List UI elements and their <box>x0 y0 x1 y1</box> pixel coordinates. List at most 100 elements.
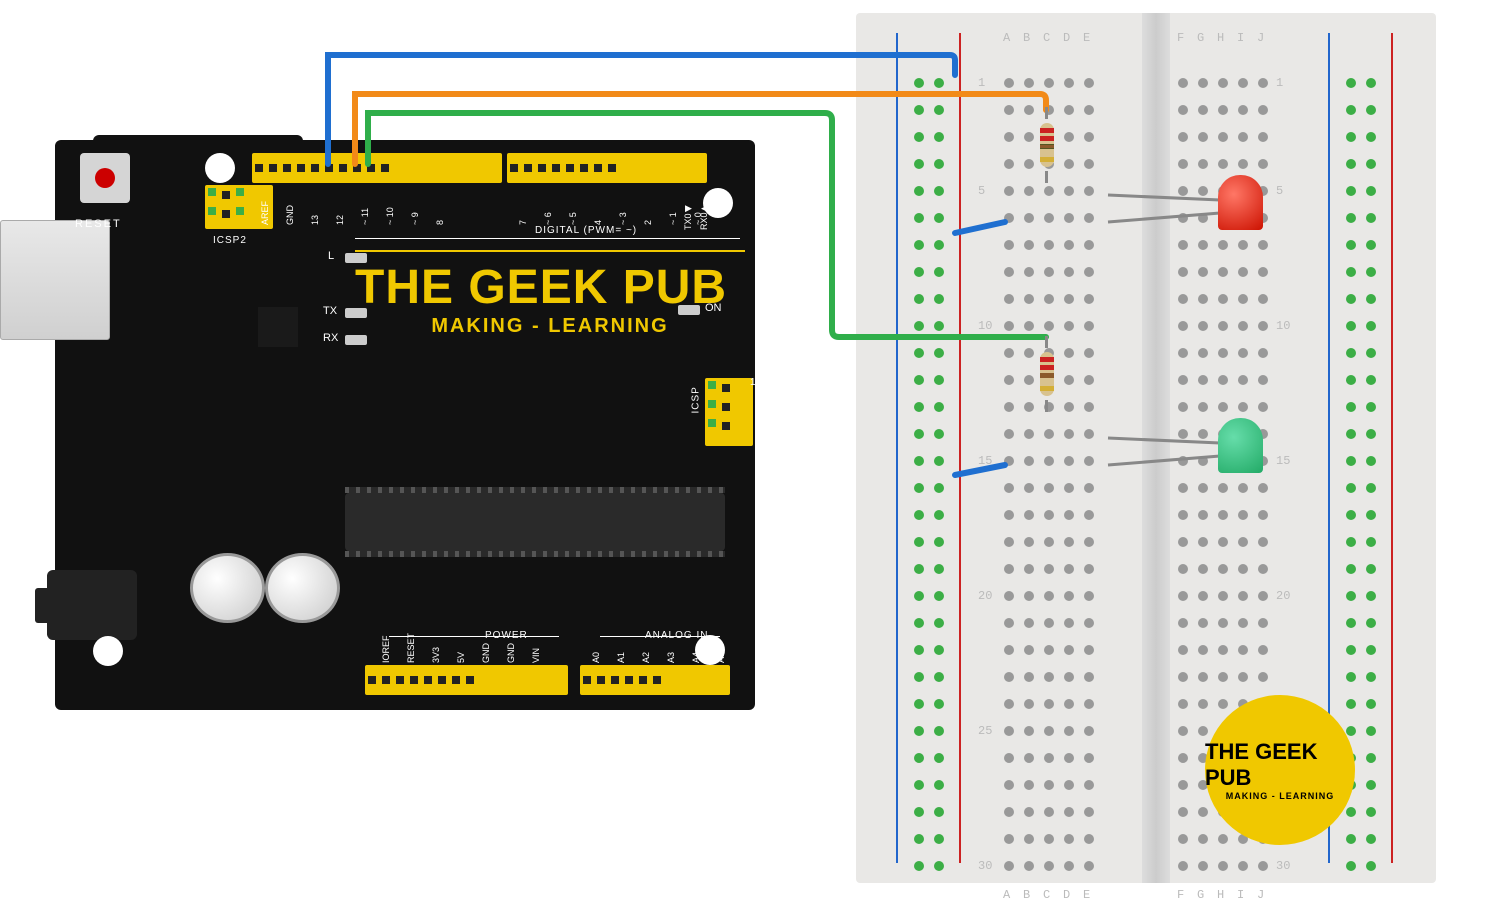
rail-tiepoint[interactable] <box>1346 267 1356 277</box>
rail-tiepoint[interactable] <box>1346 537 1356 547</box>
tiepoint[interactable] <box>1064 699 1074 709</box>
tiepoint[interactable] <box>1024 564 1034 574</box>
tiepoint[interactable] <box>1064 78 1074 88</box>
tiepoint[interactable] <box>1004 267 1014 277</box>
rail-tiepoint[interactable] <box>1366 348 1376 358</box>
tiepoint[interactable] <box>1004 321 1014 331</box>
tiepoint[interactable] <box>1198 591 1208 601</box>
tiepoint[interactable] <box>1044 213 1054 223</box>
tiepoint[interactable] <box>1218 483 1228 493</box>
tiepoint[interactable] <box>1024 105 1034 115</box>
tiepoint[interactable] <box>1024 429 1034 439</box>
tiepoint[interactable] <box>1258 510 1268 520</box>
rail-tiepoint[interactable] <box>1346 672 1356 682</box>
tiepoint[interactable] <box>1178 861 1188 871</box>
tiepoint[interactable] <box>1218 618 1228 628</box>
tiepoint[interactable] <box>1218 591 1228 601</box>
tiepoint[interactable] <box>1084 834 1094 844</box>
rail-tiepoint[interactable] <box>934 132 944 142</box>
tiepoint[interactable] <box>1004 132 1014 142</box>
rail-tiepoint[interactable] <box>934 753 944 763</box>
tiepoint[interactable] <box>1084 807 1094 817</box>
tiepoint[interactable] <box>1064 645 1074 655</box>
rail-tiepoint[interactable] <box>1346 78 1356 88</box>
tiepoint[interactable] <box>1178 537 1188 547</box>
rail-tiepoint[interactable] <box>1366 483 1376 493</box>
tiepoint[interactable] <box>1258 159 1268 169</box>
tiepoint[interactable] <box>1258 618 1268 628</box>
rail-tiepoint[interactable] <box>914 132 924 142</box>
tiepoint[interactable] <box>1198 456 1208 466</box>
tiepoint[interactable] <box>1178 402 1188 412</box>
tiepoint[interactable] <box>1258 348 1268 358</box>
rail-tiepoint[interactable] <box>1346 834 1356 844</box>
tiepoint[interactable] <box>1084 132 1094 142</box>
tiepoint[interactable] <box>1064 213 1074 223</box>
rail-tiepoint[interactable] <box>914 726 924 736</box>
tiepoint[interactable] <box>1044 564 1054 574</box>
tiepoint[interactable] <box>1044 591 1054 601</box>
rail-tiepoint[interactable] <box>914 105 924 115</box>
tiepoint[interactable] <box>1218 672 1228 682</box>
tiepoint[interactable] <box>1198 429 1208 439</box>
tiepoint[interactable] <box>1198 510 1208 520</box>
tiepoint[interactable] <box>1024 672 1034 682</box>
tiepoint[interactable] <box>1024 699 1034 709</box>
tiepoint[interactable] <box>1198 564 1208 574</box>
rail-tiepoint[interactable] <box>1346 861 1356 871</box>
tiepoint[interactable] <box>1044 699 1054 709</box>
tiepoint[interactable] <box>1258 537 1268 547</box>
tiepoint[interactable] <box>1024 240 1034 250</box>
icsp-header[interactable] <box>705 378 753 446</box>
tiepoint[interactable] <box>1258 483 1268 493</box>
tiepoint[interactable] <box>1024 834 1034 844</box>
tiepoint[interactable] <box>1238 267 1248 277</box>
tiepoint[interactable] <box>1178 429 1188 439</box>
rail-tiepoint[interactable] <box>934 672 944 682</box>
tiepoint[interactable] <box>1258 591 1268 601</box>
tiepoint[interactable] <box>1064 105 1074 115</box>
tiepoint[interactable] <box>1178 591 1188 601</box>
tiepoint[interactable] <box>1178 780 1188 790</box>
tiepoint[interactable] <box>1004 105 1014 115</box>
tiepoint[interactable] <box>1258 672 1268 682</box>
tiepoint[interactable] <box>1044 726 1054 736</box>
rail-tiepoint[interactable] <box>1346 294 1356 304</box>
tiepoint[interactable] <box>1238 132 1248 142</box>
tiepoint[interactable] <box>1064 483 1074 493</box>
tiepoint[interactable] <box>1044 780 1054 790</box>
tiepoint[interactable] <box>1178 321 1188 331</box>
tiepoint[interactable] <box>1064 429 1074 439</box>
tiepoint[interactable] <box>1024 78 1034 88</box>
rail-tiepoint[interactable] <box>934 726 944 736</box>
tiepoint[interactable] <box>1024 780 1034 790</box>
rail-tiepoint[interactable] <box>934 105 944 115</box>
rail-tiepoint[interactable] <box>1366 78 1376 88</box>
rail-tiepoint[interactable] <box>934 591 944 601</box>
rail-tiepoint[interactable] <box>934 483 944 493</box>
tiepoint[interactable] <box>1024 483 1034 493</box>
tiepoint[interactable] <box>1258 375 1268 385</box>
rail-tiepoint[interactable] <box>1346 618 1356 628</box>
tiepoint[interactable] <box>1044 483 1054 493</box>
tiepoint[interactable] <box>1004 753 1014 763</box>
tiepoint[interactable] <box>1004 618 1014 628</box>
tiepoint[interactable] <box>1178 510 1188 520</box>
tiepoint[interactable] <box>1064 537 1074 547</box>
rail-tiepoint[interactable] <box>1366 834 1376 844</box>
tiepoint[interactable] <box>1218 402 1228 412</box>
tiepoint[interactable] <box>1178 726 1188 736</box>
tiepoint[interactable] <box>1178 807 1188 817</box>
rail-tiepoint[interactable] <box>1346 456 1356 466</box>
rail-tiepoint[interactable] <box>934 807 944 817</box>
tiepoint[interactable] <box>1178 834 1188 844</box>
rail-tiepoint[interactable] <box>934 564 944 574</box>
tiepoint[interactable] <box>1024 753 1034 763</box>
tiepoint[interactable] <box>1024 159 1034 169</box>
tiepoint[interactable] <box>1178 240 1188 250</box>
rail-tiepoint[interactable] <box>1346 726 1356 736</box>
rail-tiepoint[interactable] <box>1366 321 1376 331</box>
tiepoint[interactable] <box>1198 267 1208 277</box>
rail-tiepoint[interactable] <box>1346 132 1356 142</box>
rail-tiepoint[interactable] <box>1366 402 1376 412</box>
